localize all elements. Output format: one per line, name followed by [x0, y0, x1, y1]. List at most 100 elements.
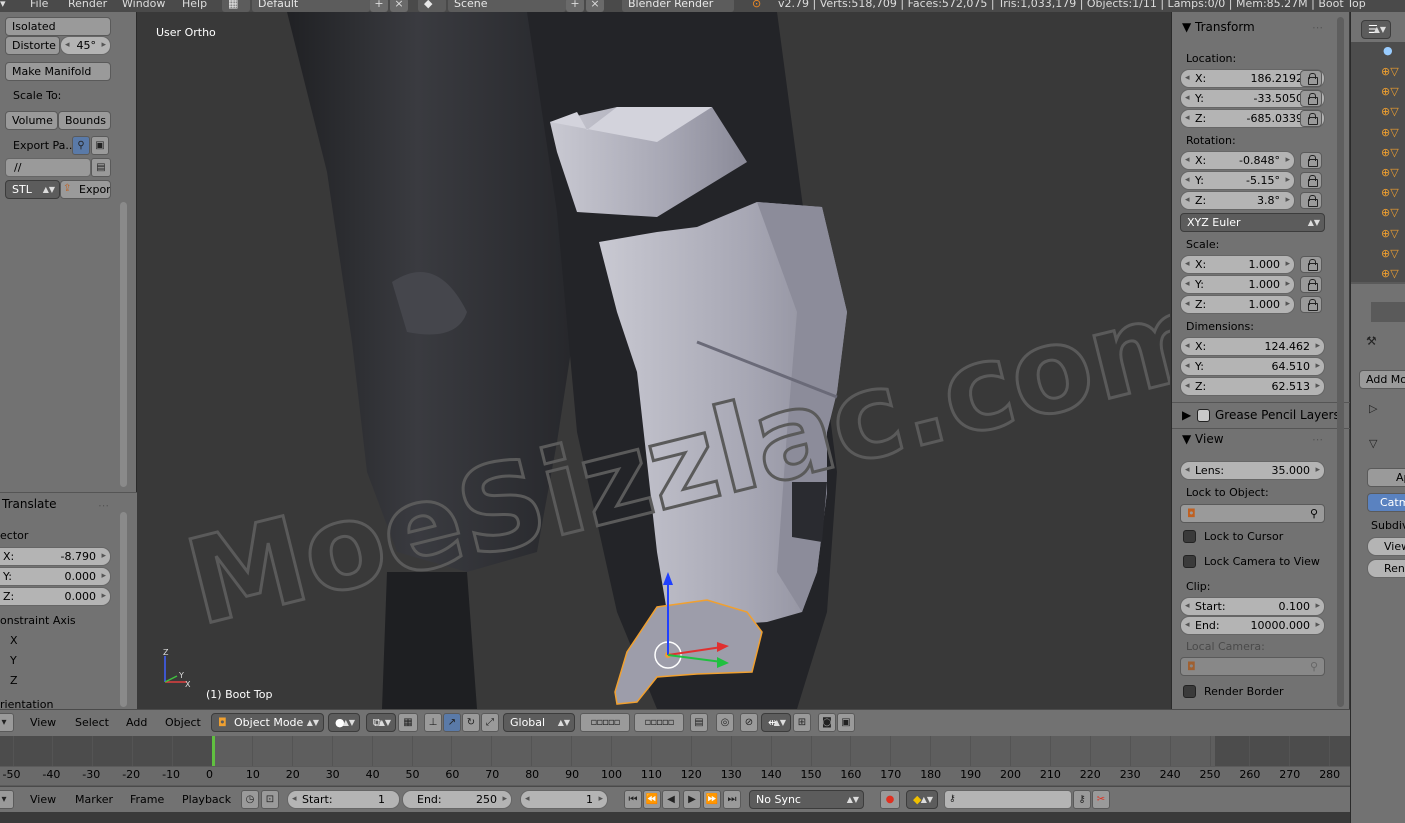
- axis-y-checkbox[interactable]: Y: [10, 654, 17, 667]
- editor-type-icon[interactable]: ▾: [0, 790, 14, 809]
- properties-tabs[interactable]: [1371, 302, 1405, 322]
- menu-playback[interactable]: Playback: [182, 793, 231, 806]
- menu-render[interactable]: Render: [68, 0, 107, 10]
- editor-type-icon[interactable]: ▾: [0, 713, 14, 732]
- lock-camera-checkbox[interactable]: [1183, 555, 1196, 568]
- orientation-select[interactable]: Global ▲▼: [503, 713, 575, 732]
- menu-window[interactable]: Window: [122, 0, 165, 10]
- subdiv-render-field[interactable]: Rend: [1367, 559, 1405, 578]
- apply-button[interactable]: Ap: [1367, 468, 1405, 487]
- eyedropper-icon[interactable]: ⚲: [1310, 505, 1318, 522]
- snap-icon[interactable]: ⊘: [740, 713, 758, 732]
- rotation-x-field[interactable]: ◂ X: -0.848° ▸: [1180, 151, 1295, 170]
- remove-scene-button[interactable]: ×: [586, 0, 604, 12]
- scale-y-field[interactable]: ◂ Y: 1.000 ▸: [1180, 275, 1295, 294]
- lock-layers-icon[interactable]: ▤: [690, 713, 708, 732]
- lock-scale-x-icon[interactable]: [1300, 256, 1322, 273]
- lock-rotation-x-icon[interactable]: [1300, 152, 1322, 169]
- translate-icon[interactable]: ↗: [443, 713, 461, 732]
- scale-z-field[interactable]: ◂ Z: 1.000 ▸: [1180, 295, 1295, 314]
- rotate-icon[interactable]: ↻: [462, 713, 480, 732]
- editor-type-icon[interactable]: ▾: [0, 0, 6, 10]
- lock-location-x-icon[interactable]: [1300, 70, 1322, 87]
- lock-rotation-z-icon[interactable]: [1300, 192, 1322, 209]
- bounds-button[interactable]: Bounds: [58, 111, 111, 130]
- insert-keyframe-icon[interactable]: ⚷: [1073, 790, 1091, 809]
- manipulator-icon[interactable]: ⊥: [424, 713, 442, 732]
- scene-icon[interactable]: ◆: [418, 0, 446, 12]
- mode-select[interactable]: Object Mode ▲▼: [211, 713, 324, 732]
- start-frame-field[interactable]: ◂ Start: 1: [287, 790, 400, 809]
- scale-icon[interactable]: ⤢: [481, 713, 499, 732]
- subdiv-view-field[interactable]: View: [1367, 537, 1405, 556]
- export-path-field[interactable]: //: [5, 158, 91, 177]
- next-keyframe-icon[interactable]: ⏩: [703, 790, 721, 809]
- timeline-region[interactable]: -50 -40 -30 -20 -10 0 10 20 30 40 50 60 70 80 90 100 110…: [0, 736, 1350, 786]
- dimension-y-field[interactable]: ◂ Y: 64.510 ▸: [1180, 357, 1325, 376]
- opengl-render-icon[interactable]: ◙: [818, 713, 836, 732]
- lock-location-z-icon[interactable]: [1300, 110, 1322, 127]
- drag-handle-icon[interactable]: ⋯: [1312, 433, 1323, 446]
- vector-y-field[interactable]: Y: 0.000 ▸: [0, 567, 111, 586]
- dimension-x-field[interactable]: ◂ X: 124.462 ▸: [1180, 337, 1325, 356]
- keying-type-select[interactable]: ◆ ▲▼: [906, 790, 938, 809]
- clip-start-field[interactable]: ◂ Start: 0.100 ▸: [1180, 597, 1325, 616]
- scene-layers-grid[interactable]: ▫▫▫▫▫: [580, 713, 630, 732]
- snap-target-icon[interactable]: ⊞: [793, 713, 811, 732]
- lock-scale-y-icon[interactable]: [1300, 276, 1322, 293]
- mesh-object-icons[interactable]: ⊕▽ ⊕▽ ⊕▽ ⊕▽ ⊕▽ ⊕▽ ⊕▽ ⊕▽ ⊕▽ ⊕▽ ⊕▽: [1381, 62, 1399, 284]
- scale-x-field[interactable]: ◂ X: 1.000 ▸: [1180, 255, 1295, 274]
- collapse-icon[interactable]: ▽: [1369, 437, 1377, 450]
- screen-layout-icon[interactable]: ▦: [222, 0, 250, 12]
- eyedropper-icon[interactable]: ⚲: [72, 136, 90, 155]
- drag-handle-icon[interactable]: ⋯: [98, 499, 109, 512]
- lock-scale-z-icon[interactable]: [1300, 296, 1322, 313]
- current-frame-marker[interactable]: [212, 736, 215, 766]
- add-layout-button[interactable]: +: [370, 0, 388, 12]
- lock-to-object-field[interactable]: ◘ ⚲: [1180, 504, 1325, 523]
- scene-layers-grid-2[interactable]: ▫▫▫▫▫: [634, 713, 684, 732]
- menu-add[interactable]: Add: [126, 716, 147, 729]
- volume-button[interactable]: Volume: [5, 111, 58, 130]
- jump-end-icon[interactable]: ⏭: [723, 790, 741, 809]
- axis-z-checkbox[interactable]: Z: [10, 674, 18, 687]
- expand-icon[interactable]: ▷: [1369, 402, 1377, 415]
- export-format-select[interactable]: STL ▲▼: [5, 180, 60, 199]
- make-manifold-button[interactable]: Make Manifold: [5, 62, 111, 81]
- local-camera-field[interactable]: ◘ ⚲: [1180, 657, 1325, 676]
- properties-scrollbar[interactable]: [1337, 17, 1344, 707]
- menu-select[interactable]: Select: [75, 716, 109, 729]
- operator-scrollbar[interactable]: [120, 512, 127, 707]
- jump-start-icon[interactable]: ⏮: [624, 790, 642, 809]
- image-icon[interactable]: ▣: [91, 136, 109, 155]
- dimension-z-field[interactable]: ◂ Z: 62.513 ▸: [1180, 377, 1325, 396]
- layers-icon[interactable]: ▦: [398, 713, 418, 732]
- timeline-strip[interactable]: [0, 736, 1350, 766]
- lock-rotation-y-icon[interactable]: [1300, 172, 1322, 189]
- opengl-anim-icon[interactable]: ▣: [837, 713, 855, 732]
- keying-set-field[interactable]: ⚷: [944, 790, 1072, 809]
- rotation-y-field[interactable]: ◂ Y: -5.15° ▸: [1180, 171, 1295, 190]
- menu-frame[interactable]: Frame: [130, 793, 164, 806]
- grease-pencil-checkbox[interactable]: [1197, 409, 1210, 422]
- lens-field[interactable]: ◂ Lens: 35.000 ▸: [1180, 461, 1325, 480]
- delete-keyframe-icon[interactable]: ✂: [1092, 790, 1110, 809]
- wrench-icon[interactable]: ⚒: [1366, 334, 1377, 348]
- preview-range-icon[interactable]: ◷: [241, 790, 259, 809]
- play-reverse-icon[interactable]: ◀: [662, 790, 680, 809]
- add-scene-button[interactable]: +: [566, 0, 584, 12]
- rotation-mode-select[interactable]: XYZ Euler ▲▼: [1180, 213, 1325, 232]
- vector-z-field[interactable]: Z: 0.000 ▸: [0, 587, 111, 606]
- grease-pencil-panel-header[interactable]: ▶: [1182, 408, 1191, 422]
- play-icon[interactable]: ▶: [683, 790, 701, 809]
- screen-layout-select[interactable]: Default: [252, 0, 370, 12]
- axis-x-checkbox[interactable]: X: [10, 634, 18, 647]
- lock-range-icon[interactable]: ⊡: [261, 790, 279, 809]
- pivot-select[interactable]: ⧉ ▲▼: [366, 713, 396, 732]
- menu-file[interactable]: File: [30, 0, 48, 10]
- outliner-display-select[interactable]: ☰ ▲▼: [1361, 20, 1391, 39]
- rotation-z-field[interactable]: ◂ Z: 3.8° ▸: [1180, 191, 1295, 210]
- snap-element-select[interactable]: ⇹ ▲▼: [761, 713, 791, 732]
- render-engine-select[interactable]: Blender Render: [622, 0, 734, 12]
- transform-panel-header[interactable]: ▼ Transform: [1182, 20, 1255, 34]
